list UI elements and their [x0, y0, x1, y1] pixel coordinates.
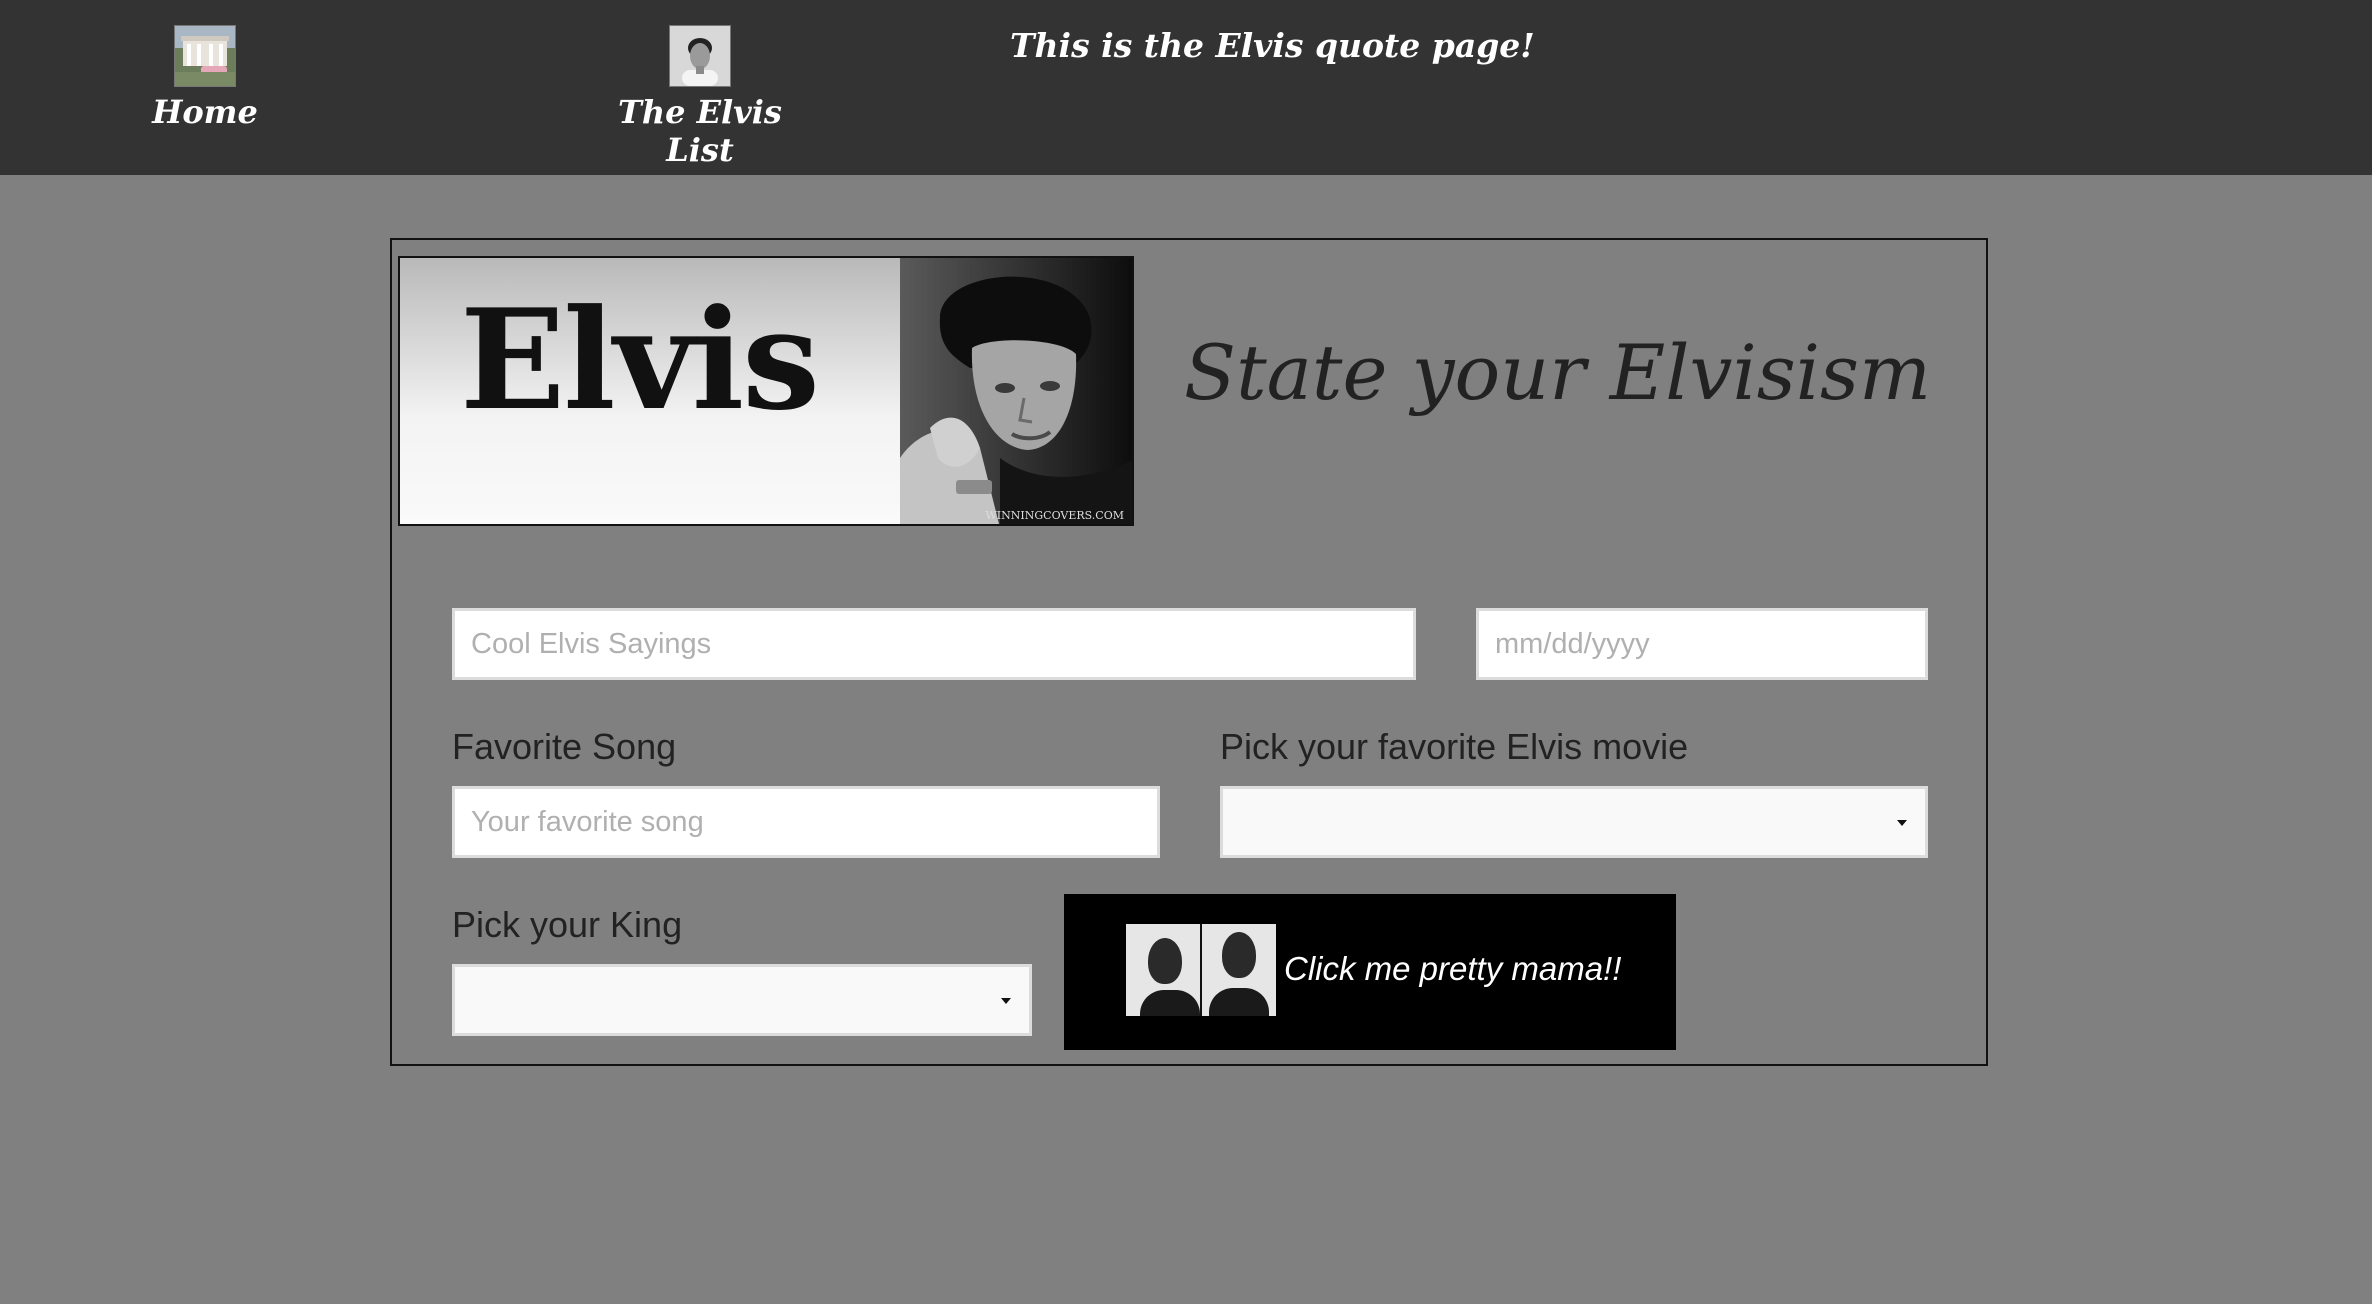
chevron-down-icon	[1001, 998, 1011, 1004]
banner-word: Elvis	[460, 278, 820, 441]
nav-elvis-list-label: The Elvis List	[618, 93, 782, 169]
chevron-down-icon	[1897, 820, 1907, 826]
favorite-movie-select[interactable]	[1220, 786, 1928, 858]
favorite-song-label: Favorite Song	[452, 726, 677, 767]
nav-home-link[interactable]: Home	[150, 25, 260, 131]
submit-button[interactable]: Click me pretty mama!!	[1064, 894, 1676, 1050]
favorite-movie-label: Pick your favorite Elvis movie	[1220, 726, 1689, 767]
elvisism-form-panel: Elvis WINNINGCOVERS.COM State your Elvis…	[390, 238, 1988, 1066]
submit-button-label: Click me pretty mama!!	[1284, 950, 1622, 987]
pick-king-select[interactable]	[452, 964, 1032, 1036]
nav-elvis-list-link[interactable]: The Elvis List	[590, 25, 810, 169]
nav-tagline: This is the Elvis quote page!	[1010, 26, 1535, 65]
elvis-sayings-input[interactable]	[452, 608, 1416, 680]
elvis-banner-image: Elvis WINNINGCOVERS.COM	[398, 256, 1134, 526]
form-title: State your Elvisism	[1184, 328, 1932, 417]
favorite-song-input[interactable]	[452, 786, 1160, 858]
nav-home-label: Home	[152, 93, 258, 131]
date-input[interactable]	[1476, 608, 1928, 680]
elvis-portrait-thumbnail-icon	[669, 25, 731, 87]
pick-king-label: Pick your King	[452, 904, 683, 945]
top-navbar: Home The Elvis List This is the Elvis qu…	[0, 0, 2372, 175]
elvis-mugshot-icon	[1126, 924, 1276, 1016]
banner-credit: WINNINGCOVERS.COM	[985, 509, 1125, 522]
elvis-portrait-image	[900, 258, 1132, 524]
graceland-thumbnail-icon	[174, 25, 236, 87]
